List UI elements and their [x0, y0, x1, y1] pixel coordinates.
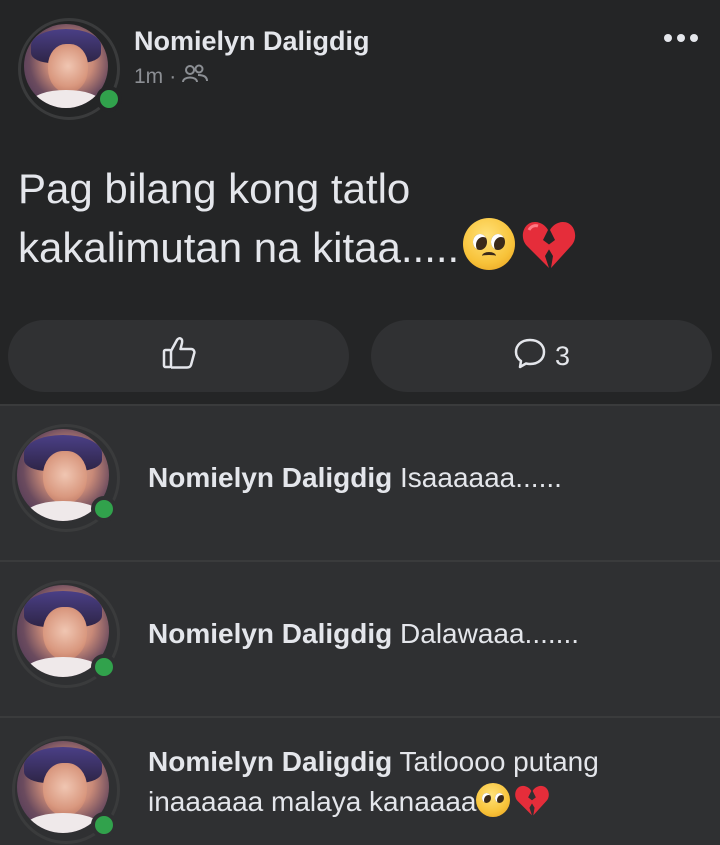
comment-item: Nomielyn Daligdig Isaaaaaa...... — [0, 404, 720, 560]
post-text-line-1: Pag bilang kong tatlo — [18, 165, 411, 212]
comment-item: Nomielyn Daligdig Tatloooo putang inaaaa… — [0, 716, 720, 845]
post-author-name[interactable]: Nomielyn Daligdig — [134, 26, 370, 57]
comment-text: Nomielyn Daligdig Isaaaaaa...... — [148, 458, 708, 498]
comment-button[interactable]: 3 — [371, 320, 712, 392]
post-time[interactable]: 1m — [134, 65, 163, 89]
pleading-face-emoji-icon — [463, 218, 516, 270]
comment-text: Nomielyn Daligdig Tatloooo putang inaaaa… — [148, 742, 688, 822]
online-status-indicator — [91, 654, 117, 680]
comment-author-name[interactable]: Nomielyn Daligdig — [148, 462, 392, 493]
online-status-indicator — [91, 812, 117, 838]
online-status-indicator — [96, 86, 122, 112]
comment-author-name[interactable]: Nomielyn Daligdig — [148, 618, 392, 649]
comment-icon — [513, 337, 547, 376]
pleading-face-emoji-icon — [476, 783, 511, 817]
broken-heart-emoji-icon — [515, 785, 550, 816]
comments-section: Nomielyn Daligdig Isaaaaaa...... Nomiely… — [0, 404, 720, 845]
post-body: Pag bilang kong tatlo kakalimutan na kit… — [18, 160, 708, 277]
post-meta: 1m · — [134, 64, 209, 90]
comment-count: 3 — [554, 340, 571, 371]
comment-author-name[interactable]: Nomielyn Daligdig — [148, 746, 392, 777]
like-icon — [161, 336, 197, 377]
more-options-icon[interactable] — [664, 34, 698, 42]
comment-item: Nomielyn Daligdig Dalawaaa....... — [0, 560, 720, 716]
post-text-line-2-text: kakalimutan na kitaa..... — [18, 224, 460, 271]
comment-body: Dalawaaa....... — [400, 618, 580, 649]
broken-heart-emoji-icon — [523, 222, 576, 268]
online-status-indicator — [91, 496, 117, 522]
friends-icon — [182, 64, 209, 90]
meta-separator: · — [169, 65, 177, 88]
like-button[interactable] — [8, 320, 349, 392]
comment-text: Nomielyn Daligdig Dalawaaa....... — [148, 614, 708, 654]
post-card: Nomielyn Daligdig 1m · Pag bilang kong t… — [0, 0, 720, 404]
comment-body: Isaaaaaa...... — [400, 462, 562, 493]
post-text-line-2: kakalimutan na kitaa..... — [18, 218, 708, 277]
post-actions: 3 — [8, 320, 712, 396]
